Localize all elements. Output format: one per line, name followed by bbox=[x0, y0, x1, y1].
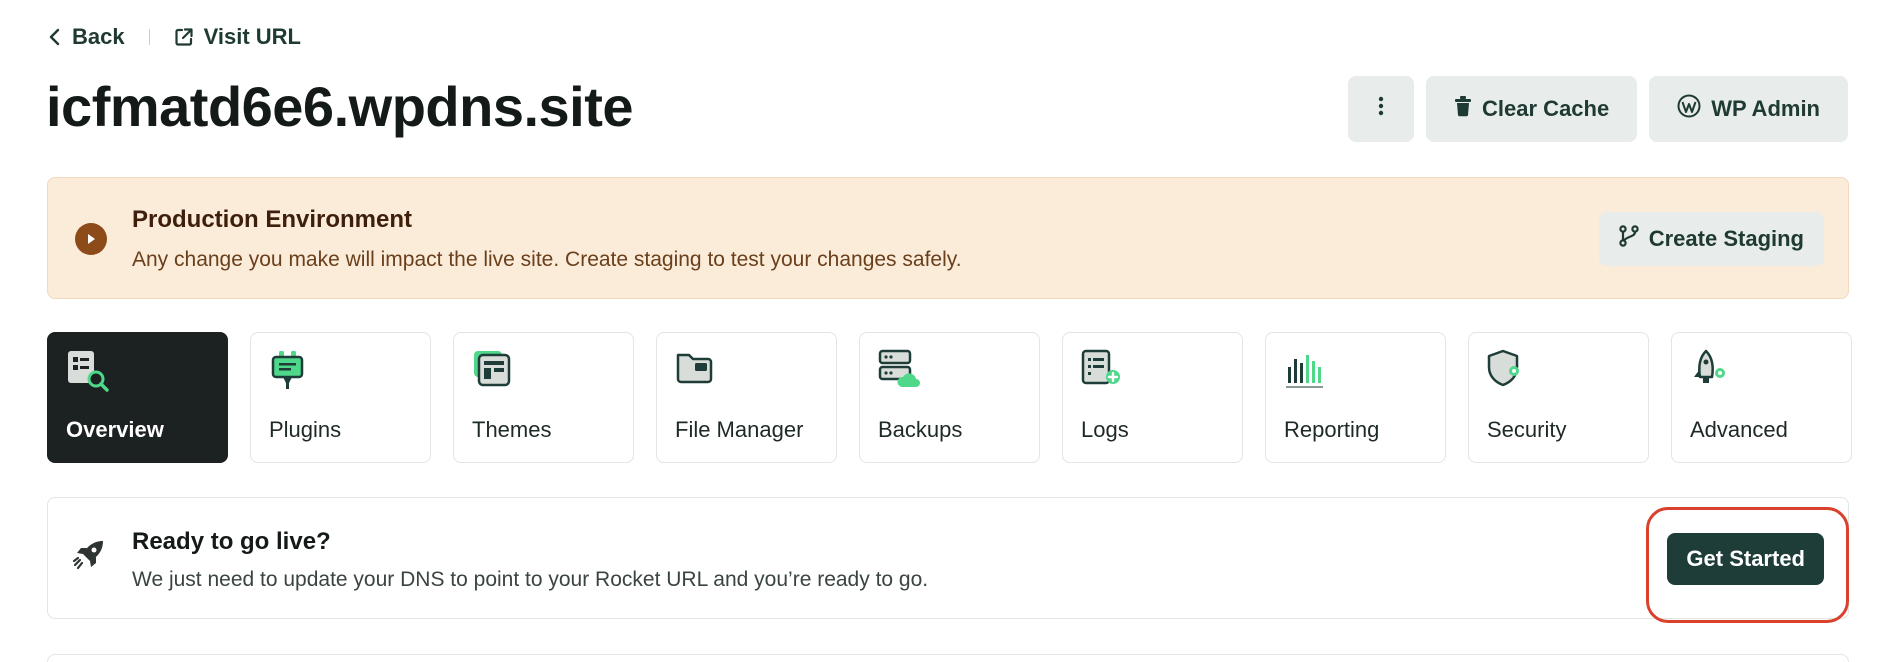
tab-label: Overview bbox=[66, 417, 164, 442]
external-link-icon bbox=[174, 27, 194, 47]
chart-icon bbox=[1284, 349, 1328, 393]
tab-overview[interactable]: Overview bbox=[47, 332, 228, 463]
trash-icon bbox=[1454, 95, 1472, 123]
rocket-gear-icon bbox=[1690, 349, 1734, 393]
tab-label: Backups bbox=[878, 417, 963, 442]
wordpress-icon bbox=[1677, 94, 1701, 124]
next-card bbox=[47, 654, 1849, 662]
tab-backups[interactable]: Backups bbox=[859, 332, 1040, 463]
tab-label: Themes bbox=[472, 417, 552, 442]
back-label: Back bbox=[72, 24, 125, 49]
tab-security[interactable]: Security bbox=[1468, 332, 1649, 463]
more-options-button[interactable] bbox=[1348, 76, 1415, 142]
kebab-icon bbox=[1378, 96, 1384, 122]
tab-logs[interactable]: Logs bbox=[1062, 332, 1243, 463]
back-link[interactable]: Back bbox=[48, 24, 125, 50]
banner-text: Any change you make will impact the live… bbox=[132, 248, 962, 271]
tab-file-manager[interactable]: File Manager bbox=[656, 332, 837, 463]
rocket-icon bbox=[72, 538, 106, 577]
play-circle-icon bbox=[75, 223, 107, 255]
tab-label: Reporting bbox=[1284, 417, 1380, 442]
highlight-outline bbox=[1646, 507, 1849, 623]
site-title: icfmatd6e6.wpdns.site bbox=[46, 75, 634, 138]
clear-cache-button[interactable]: Clear Cache bbox=[1426, 76, 1638, 142]
wp-admin-label: WP Admin bbox=[1711, 96, 1820, 121]
shield-icon bbox=[1487, 349, 1531, 393]
tab-plugins[interactable]: Plugins bbox=[250, 332, 431, 463]
tab-themes[interactable]: Themes bbox=[453, 332, 634, 463]
chevron-left-icon bbox=[48, 28, 62, 46]
tab-advanced[interactable]: Advanced bbox=[1671, 332, 1852, 463]
tab-label: Security bbox=[1487, 417, 1567, 442]
folder-icon bbox=[675, 349, 719, 393]
go-live-card: Ready to go live? We just need to update… bbox=[47, 497, 1849, 619]
backups-icon bbox=[878, 349, 922, 393]
branch-icon bbox=[1619, 225, 1639, 253]
header-actions: Clear Cache WP Admin bbox=[1348, 76, 1848, 142]
tab-label: File Manager bbox=[675, 417, 804, 442]
go-live-title: Ready to go live? bbox=[132, 528, 331, 555]
visit-url-link[interactable]: Visit URL bbox=[174, 24, 301, 50]
production-banner: Production Environment Any change you ma… bbox=[47, 177, 1849, 299]
top-nav: Back Visit URL bbox=[48, 22, 301, 52]
logs-icon bbox=[1081, 349, 1125, 393]
wp-admin-button[interactable]: WP Admin bbox=[1649, 76, 1848, 142]
clear-cache-label: Clear Cache bbox=[1482, 96, 1610, 121]
visit-url-label: Visit URL bbox=[203, 24, 301, 49]
tab-label: Advanced bbox=[1690, 417, 1788, 442]
themes-icon bbox=[472, 349, 516, 393]
create-staging-label: Create Staging bbox=[1648, 226, 1804, 251]
go-live-text: We just need to update your DNS to point… bbox=[132, 568, 929, 591]
create-staging-button[interactable]: Create Staging bbox=[1598, 212, 1824, 266]
site-tabs: Overview Plugins Themes File Manager Bac… bbox=[47, 332, 1852, 463]
tab-reporting[interactable]: Reporting bbox=[1265, 332, 1446, 463]
overview-icon bbox=[66, 349, 110, 393]
nav-divider bbox=[148, 29, 150, 45]
tab-label: Logs bbox=[1081, 417, 1129, 442]
plugin-icon bbox=[269, 349, 313, 393]
tab-label: Plugins bbox=[269, 417, 342, 442]
banner-title: Production Environment bbox=[132, 206, 413, 233]
